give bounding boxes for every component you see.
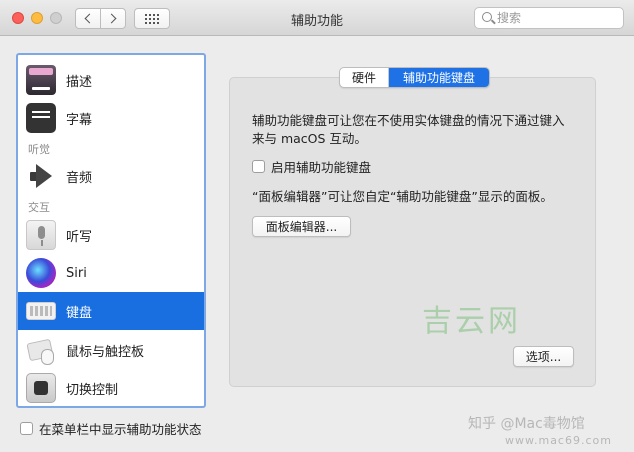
enable-accessibility-keyboard-label[interactable]: 启用辅助功能键盘 [271, 157, 371, 176]
keyboard-icon [26, 302, 56, 320]
tab-bar: 硬件 辅助功能键盘 [339, 67, 490, 88]
enable-accessibility-keyboard-checkbox[interactable] [252, 160, 265, 173]
switch-control-icon [26, 373, 56, 403]
description-icon [26, 65, 56, 95]
tab-hardware[interactable]: 硬件 [340, 68, 389, 87]
watermark-logo: 吉云网 [422, 304, 521, 339]
microphone-icon [26, 220, 56, 250]
options-button[interactable]: 选项... [513, 346, 574, 367]
sidebar-item-description[interactable]: 描述 [18, 61, 204, 99]
sidebar-item-label: 切换控制 [66, 382, 119, 398]
panel-editor-button[interactable]: 面板编辑器... [252, 216, 351, 237]
sidebar-item-label: 音频 [66, 170, 93, 186]
sidebar-item-audio[interactable]: 音频 [18, 157, 204, 195]
speaker-icon [26, 161, 56, 191]
show-in-menubar-label[interactable]: 在菜单栏中显示辅助功能状态 [39, 419, 202, 438]
watermark-site: 知乎 @Mac毒物馆 [468, 416, 585, 432]
enable-accessibility-keyboard-row[interactable]: 启用辅助功能键盘 [252, 157, 371, 176]
sidebar-item-dictation[interactable]: 听写 [18, 216, 204, 254]
sidebar-section-interaction: 交互 [28, 201, 50, 214]
mouse-trackpad-icon [26, 335, 56, 365]
sidebar-item-siri[interactable]: Siri [18, 254, 204, 292]
search-input[interactable] [497, 10, 617, 26]
panel-description: 辅助功能键盘可让您在不使用实体键盘的情况下通过键入 来与 macOS 互动。 [252, 112, 582, 148]
title-bar: 辅助功能 [0, 0, 634, 36]
sidebar-item-mouse-trackpad[interactable]: 鼠标与触控板 [18, 331, 204, 369]
sidebar-item-label: 字幕 [66, 112, 93, 128]
sidebar-item-keyboard[interactable]: 键盘 [18, 292, 204, 330]
sidebar-item-label: 键盘 [66, 305, 93, 321]
sidebar[interactable]: 描述 字幕 听觉 音频 交互 听写 Siri 键盘 鼠标与触控板 切换控制 [16, 53, 206, 408]
sidebar-item-label: 听写 [66, 229, 93, 245]
panel-editor-description: “面板编辑器”可让您自定“辅助功能键盘”显示的面板。 [252, 189, 553, 204]
panel-description-line1: 辅助功能键盘可让您在不使用实体键盘的情况下通过键入 [252, 113, 565, 128]
sidebar-section-hearing: 听觉 [28, 143, 50, 156]
sidebar-item-label: 描述 [66, 74, 93, 90]
captions-icon [26, 103, 56, 133]
tab-accessibility-keyboard[interactable]: 辅助功能键盘 [389, 68, 489, 87]
sidebar-item-label: Siri [66, 265, 87, 281]
watermark-url: www.mac69.com [505, 434, 612, 447]
sidebar-item-switch-control[interactable]: 切换控制 [18, 369, 204, 406]
sidebar-item-captions[interactable]: 字幕 [18, 99, 204, 137]
siri-icon [26, 258, 56, 288]
sidebar-item-label: 鼠标与触控板 [66, 344, 145, 360]
show-in-menubar-checkbox[interactable] [20, 422, 33, 435]
panel-description-line2: 来与 macOS 互动。 [252, 131, 367, 146]
search-field[interactable] [474, 7, 624, 29]
show-in-menubar-row[interactable]: 在菜单栏中显示辅助功能状态 [20, 419, 202, 438]
search-icon [482, 12, 492, 22]
